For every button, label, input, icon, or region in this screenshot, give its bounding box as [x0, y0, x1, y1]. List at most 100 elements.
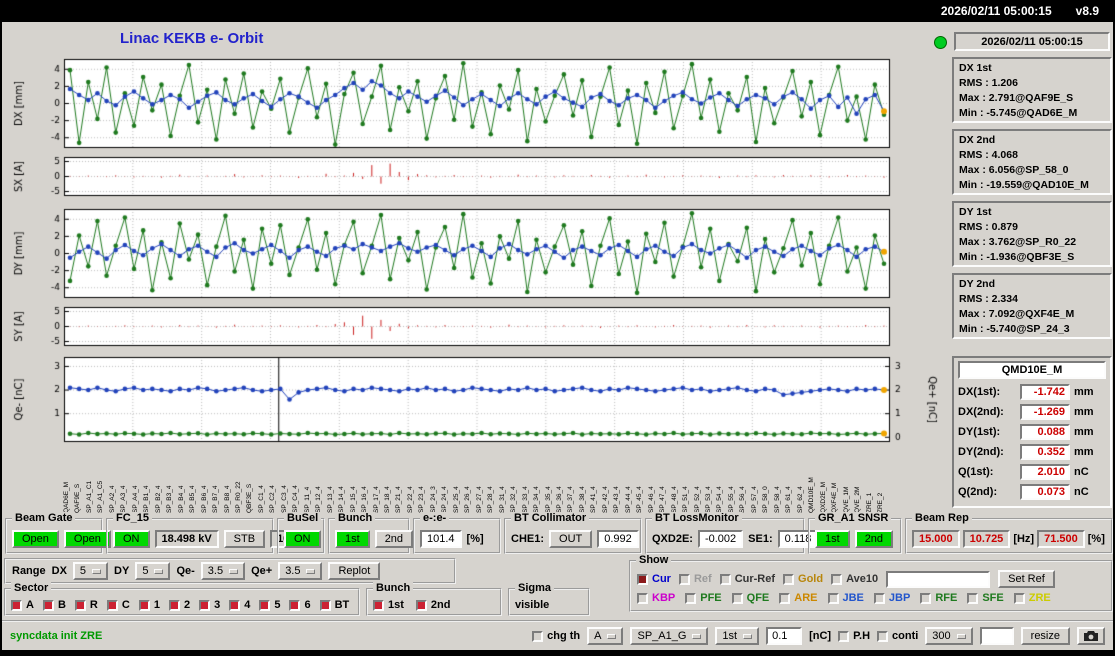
snsr-2nd-button[interactable]: 2nd: [854, 529, 894, 548]
checkbox-r[interactable]: R: [74, 599, 98, 611]
group-caption: BT LossMonitor: [652, 512, 742, 524]
checkbox-rfe[interactable]: RFE: [920, 592, 957, 604]
checkbox-box[interactable]: [783, 573, 795, 585]
checkbox-2nd[interactable]: 2nd: [415, 599, 450, 611]
range-qem-select[interactable]: 3.5: [200, 562, 246, 580]
checkbox-box[interactable]: [637, 573, 648, 585]
chg-th-checkbox[interactable]: chg th: [532, 630, 580, 642]
checkbox-jbe[interactable]: JBE: [827, 592, 864, 604]
checkbox-pfe[interactable]: PFE: [685, 592, 722, 604]
checkbox-box[interactable]: [11, 599, 22, 611]
checkbox-6[interactable]: 6: [289, 599, 311, 611]
checkbox-box[interactable]: [138, 599, 150, 611]
checkbox-3[interactable]: 3: [199, 599, 220, 611]
ph-checkbox[interactable]: P.H: [838, 630, 870, 642]
checkbox-box[interactable]: [967, 592, 979, 604]
checkbox-box[interactable]: [838, 630, 850, 642]
fc15-on-button[interactable]: ON: [113, 529, 150, 548]
bpm-label: ZRE_1: [865, 492, 873, 513]
checkbox-box[interactable]: [373, 599, 384, 611]
busel-on-button[interactable]: ON: [284, 529, 321, 548]
checkbox-box[interactable]: [685, 592, 697, 604]
checkbox-1[interactable]: 1: [138, 599, 160, 611]
set-ref-button[interactable]: Set Ref: [998, 570, 1055, 588]
checkbox-box[interactable]: [678, 573, 690, 585]
checkbox-box[interactable]: [259, 599, 271, 611]
bunch-1st-button[interactable]: 1st: [335, 529, 370, 548]
group-caption: Show: [636, 554, 672, 566]
checkbox-zre[interactable]: ZRE: [1013, 592, 1051, 604]
checkbox-label: 6: [304, 599, 311, 611]
checkbox-bt[interactable]: BT: [319, 599, 349, 611]
checkbox-b[interactable]: B: [42, 599, 66, 611]
dy-orbit-plot: [6, 206, 946, 302]
checkbox-box[interactable]: [779, 592, 791, 604]
checkbox-qfe[interactable]: QFE: [731, 592, 770, 604]
beam-gate-open2-button[interactable]: Open: [63, 529, 111, 548]
checkbox-kbp[interactable]: KBP: [637, 592, 675, 604]
checkbox-box[interactable]: [731, 592, 743, 604]
checkbox-box[interactable]: [199, 599, 211, 611]
checkbox-box[interactable]: [827, 592, 839, 604]
beam-gate-open1-button[interactable]: Open: [12, 529, 59, 548]
stats-panel-dy-1st: DY 1st RMS : 0.879 Max : 3.762@SP_R0_22 …: [952, 201, 1112, 267]
che1-out-button[interactable]: OUT: [549, 529, 593, 548]
checkbox-cur-ref[interactable]: Cur-Ref: [719, 573, 775, 585]
checkbox-4[interactable]: 4: [229, 599, 250, 611]
screenshot-button[interactable]: [1077, 627, 1105, 645]
checkbox-box[interactable]: [319, 599, 331, 611]
checkbox-are[interactable]: ARE: [779, 592, 818, 604]
checkbox-5[interactable]: 5: [259, 599, 280, 611]
checkbox-box[interactable]: [831, 573, 843, 585]
checkbox-1st[interactable]: 1st: [373, 599, 404, 611]
checkbox-ref[interactable]: Ref: [678, 573, 712, 585]
checkbox-box[interactable]: [1013, 592, 1025, 604]
checkbox-gold[interactable]: Gold: [783, 573, 823, 585]
che1-label: CHE1:: [511, 532, 545, 545]
checkbox-cur[interactable]: Cur: [637, 573, 671, 585]
bpm-label: QBF3E_S: [246, 483, 254, 513]
snsr-1st-button[interactable]: 1st: [815, 529, 850, 548]
checkbox-box[interactable]: [873, 592, 885, 604]
range-panel: Range DX 5 DY 5 Qe- 3.5 Qe+ 3.5 Replot: [4, 558, 456, 584]
checkbox-label: QFE: [746, 592, 770, 604]
ref-name-input[interactable]: [886, 570, 991, 588]
fc15-stb-button[interactable]: STB: [223, 529, 266, 548]
checkbox-box[interactable]: [229, 599, 241, 611]
checkbox-box[interactable]: [74, 599, 86, 611]
sector-select[interactable]: A: [587, 627, 624, 645]
checkbox-box[interactable]: [920, 592, 932, 604]
checkbox-a[interactable]: A: [11, 599, 34, 611]
points-select[interactable]: 300: [925, 627, 973, 645]
checkbox-box[interactable]: [106, 599, 118, 611]
checkbox-box[interactable]: [415, 599, 427, 611]
ph-label: P.H: [853, 630, 871, 642]
resize-button[interactable]: resize: [1020, 627, 1070, 645]
checkbox-box[interactable]: [719, 573, 731, 585]
checkbox-c[interactable]: C: [106, 599, 130, 611]
checkbox-box[interactable]: [168, 599, 180, 611]
bpm-select[interactable]: SP_A1_G: [630, 627, 709, 645]
bunch-number-select[interactable]: 1st: [715, 627, 760, 645]
checkbox-box[interactable]: [637, 592, 648, 604]
checkbox-ave10[interactable]: Ave10: [831, 573, 878, 585]
checkbox-2[interactable]: 2: [168, 599, 190, 611]
aux-input[interactable]: [979, 627, 1014, 645]
checkbox-jbp[interactable]: JBP: [873, 592, 910, 604]
range-qep-select[interactable]: 3.5: [278, 562, 323, 580]
se1-label: SE1:: [748, 532, 773, 545]
checkbox-box[interactable]: [289, 599, 301, 611]
range-dx-select[interactable]: 5: [72, 562, 109, 580]
group-caption: GR_A1 SNSR: [815, 512, 892, 524]
checkbox-box[interactable]: [42, 599, 54, 611]
threshold-input[interactable]: [766, 627, 803, 645]
bunch-2nd-button[interactable]: 2nd: [374, 529, 414, 548]
checkbox-box[interactable]: [877, 630, 889, 642]
conti-checkbox[interactable]: conti: [877, 630, 918, 642]
replot-button[interactable]: Replot: [328, 562, 381, 580]
checkbox-box[interactable]: [532, 630, 544, 642]
group-caption: BT Collimator: [511, 512, 590, 524]
sigma-visible-checkbox[interactable]: visible: [515, 599, 549, 611]
checkbox-sfe[interactable]: SFE: [967, 592, 1004, 604]
range-dy-select[interactable]: 5: [135, 562, 171, 580]
